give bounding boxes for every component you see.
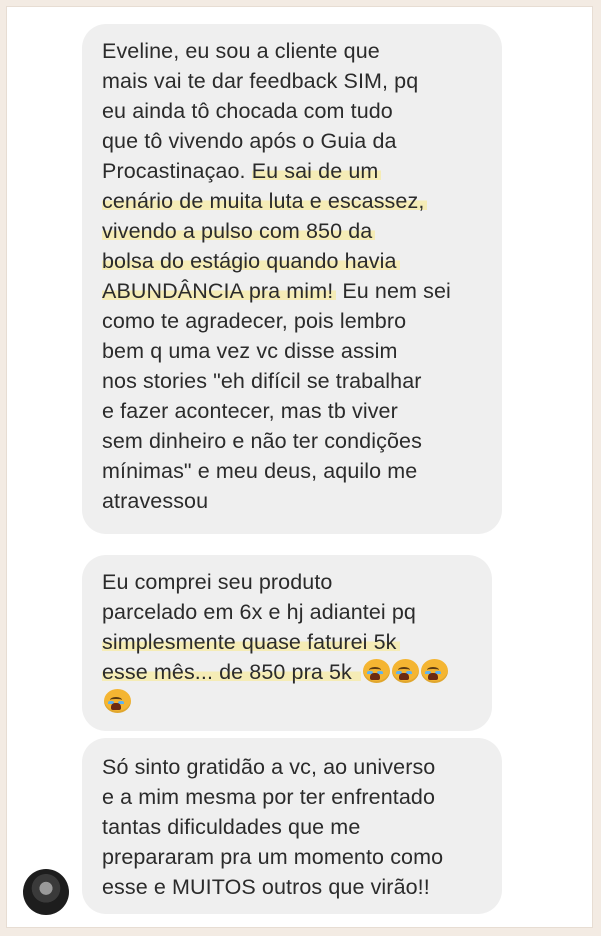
message-line: como te agradecer, pois lembro — [102, 306, 502, 336]
message-text: sem dinheiro e não ter condições — [102, 429, 422, 453]
message-text: e a mim mesma por ter enfrentado — [102, 785, 436, 809]
message-line: vivendo a pulso com 850 da — [102, 216, 502, 246]
crying-face-emoji-icon — [104, 689, 131, 713]
highlighted-text: cenário de muita luta e escassez, — [102, 189, 428, 213]
message-line: Eveline, eu sou a cliente que — [102, 36, 502, 66]
message-line: que tô vivendo após o Guia da — [102, 126, 502, 156]
message-bubble-2[interactable]: Eu comprei seu produto parcelado em 6x e … — [82, 555, 492, 731]
message-line: eu ainda tô chocada com tudo — [102, 96, 502, 126]
message-text: Procastinaçao. — [102, 159, 252, 183]
message-line: Só sinto gratidão a vc, ao universo — [102, 752, 502, 782]
message-bubble-3[interactable]: Só sinto gratidão a vc, ao universo e a m… — [82, 738, 502, 914]
message-line: esse e MUITOS outros que virão!! — [102, 872, 502, 902]
message-text: Eu nem sei — [336, 279, 451, 303]
message-text: Só sinto gratidão a vc, ao universo — [102, 755, 436, 779]
sender-avatar[interactable] — [23, 869, 69, 915]
message-text: atravessou — [102, 489, 209, 513]
crying-face-emoji-icon — [362, 659, 390, 683]
message-line: sem dinheiro e não ter condições — [102, 426, 502, 456]
message-line: e a mim mesma por ter enfrentado — [102, 782, 502, 812]
message-line: simplesmente quase faturei 5k — [102, 627, 492, 657]
highlighted-text: esse mês... de 850 pra 5k — [102, 660, 361, 684]
message-text: tantas dificuldades que me — [102, 815, 361, 839]
crying-face-emoji-icon — [391, 659, 419, 683]
message-text: esse e MUITOS outros que virão!! — [102, 875, 430, 899]
message-text: mínimas" e meu deus, aquilo me — [102, 459, 418, 483]
message-line: mais vai te dar feedback SIM, pq — [102, 66, 502, 96]
message-line: atravessou — [102, 486, 502, 516]
message-line: e fazer acontecer, mas tb viver — [102, 396, 502, 426]
message-line: prepararam pra um momento como — [102, 842, 502, 872]
message-text: Eu comprei seu produto — [102, 570, 333, 594]
message-line: esse mês... de 850 pra 5k — [102, 657, 492, 687]
highlighted-text: Eu sai de um — [251, 159, 382, 183]
message-bubble-1[interactable]: Eveline, eu sou a cliente que mais vai te… — [82, 24, 502, 534]
message-text: nos stories "eh difícil se trabalhar — [102, 369, 422, 393]
highlighted-text: simplesmente quase faturei 5k — [102, 630, 400, 654]
crying-face-emoji-icon — [420, 659, 448, 683]
message-text: bem q uma vez vc disse assim — [102, 339, 398, 363]
message-line: bolsa do estágio quando havia — [102, 246, 502, 276]
message-line: bem q uma vez vc disse assim — [102, 336, 502, 366]
message-line: mínimas" e meu deus, aquilo me — [102, 456, 502, 486]
message-line: Eu comprei seu produto — [102, 567, 492, 597]
message-text: prepararam pra um momento como — [102, 845, 444, 869]
message-text: que tô vivendo após o Guia da — [102, 129, 397, 153]
message-line: Procastinaçao. Eu sai de um — [102, 156, 502, 186]
message-line: cenário de muita luta e escassez, — [102, 186, 502, 216]
message-line: parcelado em 6x e hj adiantei pq — [102, 597, 492, 627]
highlighted-text: ABUNDÂNCIA pra mim! — [102, 279, 337, 303]
message-text: como te agradecer, pois lembro — [102, 309, 407, 333]
message-text: eu ainda tô chocada com tudo — [102, 99, 393, 123]
message-text: parcelado em 6x e hj adiantei pq — [102, 600, 416, 624]
message-text: e fazer acontecer, mas tb viver — [102, 399, 398, 423]
message-text: mais vai te dar feedback SIM, pq — [102, 69, 419, 93]
message-line: ABUNDÂNCIA pra mim! Eu nem sei — [102, 276, 502, 306]
message-line — [102, 687, 492, 717]
highlighted-text: vivendo a pulso com 850 da — [102, 219, 376, 243]
message-line: tantas dificuldades que me — [102, 812, 502, 842]
highlighted-text: bolsa do estágio quando havia — [102, 249, 400, 273]
message-line: nos stories "eh difícil se trabalhar — [102, 366, 502, 396]
message-text: Eveline, eu sou a cliente que — [102, 39, 380, 63]
